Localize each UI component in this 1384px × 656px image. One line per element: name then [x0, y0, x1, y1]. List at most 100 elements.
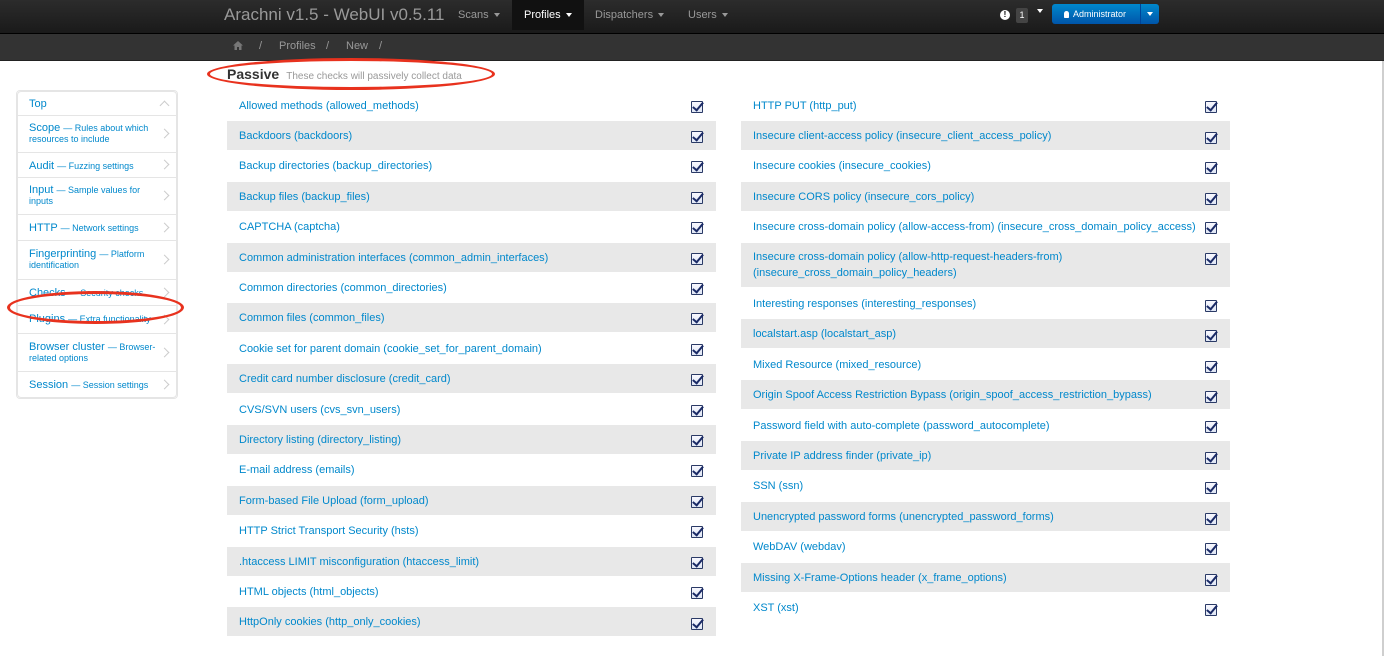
check-checkbox[interactable] — [1205, 222, 1217, 234]
check-checkbox[interactable] — [691, 435, 703, 447]
check-label[interactable]: HttpOnly cookies (http_only_cookies) — [239, 614, 421, 630]
notification-count-badge[interactable]: 1 — [1016, 8, 1028, 23]
check-row[interactable]: localstart.asp (localstart_asp) — [741, 319, 1230, 348]
check-label[interactable]: HTTP Strict Transport Security (hsts) — [239, 523, 419, 539]
check-row[interactable]: .htaccess LIMIT misconfiguration (htacce… — [227, 547, 716, 576]
check-label[interactable]: CAPTCHA (captcha) — [239, 219, 340, 235]
check-row[interactable]: Common files (common_files) — [227, 303, 716, 332]
check-label[interactable]: Insecure cross-domain policy (allow-http… — [753, 249, 1205, 281]
check-checkbox[interactable] — [1205, 101, 1217, 113]
exclamation-icon[interactable]: ! — [1000, 10, 1010, 20]
check-label[interactable]: localstart.asp (localstart_asp) — [753, 326, 896, 342]
check-checkbox[interactable] — [691, 557, 703, 569]
check-row[interactable]: HTTP PUT (http_put) — [741, 91, 1230, 120]
sidebar-item-top[interactable]: Top — [17, 91, 177, 116]
user-menu-button[interactable]: Administrator — [1052, 4, 1140, 24]
check-label[interactable]: Private IP address finder (private_ip) — [753, 448, 931, 464]
check-checkbox[interactable] — [691, 101, 703, 113]
check-row[interactable]: Cookie set for parent domain (cookie_set… — [227, 334, 716, 363]
check-checkbox[interactable] — [691, 465, 703, 477]
check-checkbox[interactable] — [691, 253, 703, 265]
check-checkbox[interactable] — [691, 161, 703, 173]
check-checkbox[interactable] — [691, 131, 703, 143]
check-label[interactable]: WebDAV (webdav) — [753, 539, 846, 555]
nav-profiles[interactable]: Profiles — [512, 0, 584, 30]
sidebar-item-fingerprinting[interactable]: Fingerprinting — Platform identification — [17, 240, 177, 280]
check-row[interactable]: HTTP Strict Transport Security (hsts) — [227, 516, 716, 545]
sidebar-item-plugins[interactable]: Plugins — Extra functionality — [17, 305, 177, 334]
check-row[interactable]: Insecure cross-domain policy (allow-acce… — [741, 212, 1230, 241]
sidebar-item-scope[interactable]: Scope — Rules about which resources to i… — [17, 115, 177, 153]
check-label[interactable]: Backup directories (backup_directories) — [239, 158, 432, 174]
check-label[interactable]: Common files (common_files) — [239, 310, 384, 326]
check-checkbox[interactable] — [1205, 132, 1217, 144]
check-label[interactable]: HTTP PUT (http_put) — [753, 98, 857, 114]
sidebar-item-browser-cluster[interactable]: Browser cluster — Browser-related option… — [17, 333, 177, 372]
check-label[interactable]: Common administration interfaces (common… — [239, 250, 548, 266]
check-checkbox[interactable] — [691, 374, 703, 386]
check-label[interactable]: Form-based File Upload (form_upload) — [239, 493, 429, 509]
check-checkbox[interactable] — [1205, 193, 1217, 205]
check-label[interactable]: E-mail address (emails) — [239, 462, 355, 478]
check-row[interactable]: Form-based File Upload (form_upload) — [227, 486, 716, 515]
check-row[interactable]: CVS/SVN users (cvs_svn_users) — [227, 395, 716, 424]
check-checkbox[interactable] — [691, 313, 703, 325]
check-checkbox[interactable] — [691, 283, 703, 295]
check-label[interactable]: .htaccess LIMIT misconfiguration (htacce… — [239, 554, 479, 570]
check-checkbox[interactable] — [1205, 482, 1217, 494]
sidebar-item-input[interactable]: Input — Sample values for inputs — [17, 177, 177, 215]
check-label[interactable]: Insecure CORS policy (insecure_cors_poli… — [753, 189, 974, 205]
sidebar-item-audit[interactable]: Audit — Fuzzing settings — [17, 152, 177, 178]
check-checkbox[interactable] — [1205, 452, 1217, 464]
check-label[interactable]: Interesting responses (interesting_respo… — [753, 296, 976, 312]
nav-dispatchers[interactable]: Dispatchers — [595, 0, 665, 30]
check-checkbox[interactable] — [1205, 513, 1217, 525]
check-checkbox[interactable] — [1205, 604, 1217, 616]
check-checkbox[interactable] — [1205, 574, 1217, 586]
check-checkbox[interactable] — [691, 192, 703, 204]
check-label[interactable]: Unencrypted password forms (unencrypted_… — [753, 509, 1054, 525]
check-row[interactable]: Common directories (common_directories) — [227, 273, 716, 302]
check-checkbox[interactable] — [691, 587, 703, 599]
nav-scans[interactable]: Scans — [458, 0, 500, 30]
check-label[interactable]: Credit card number disclosure (credit_ca… — [239, 371, 451, 387]
check-checkbox[interactable] — [691, 344, 703, 356]
check-label[interactable]: SSN (ssn) — [753, 478, 803, 494]
check-row[interactable]: Unencrypted password forms (unencrypted_… — [741, 502, 1230, 531]
check-row[interactable]: CAPTCHA (captcha) — [227, 212, 716, 241]
check-checkbox[interactable] — [691, 405, 703, 417]
check-label[interactable]: Mixed Resource (mixed_resource) — [753, 357, 921, 373]
check-row[interactable]: Backup directories (backup_directories) — [227, 151, 716, 180]
check-checkbox[interactable] — [1205, 361, 1217, 373]
check-row[interactable]: SSN (ssn) — [741, 471, 1230, 500]
sidebar-item-session[interactable]: Session — Session settings — [17, 371, 177, 398]
check-checkbox[interactable] — [1205, 162, 1217, 174]
check-row[interactable]: Private IP address finder (private_ip) — [741, 441, 1230, 470]
check-label[interactable]: CVS/SVN users (cvs_svn_users) — [239, 402, 400, 418]
check-row[interactable]: WebDAV (webdav) — [741, 532, 1230, 561]
check-row[interactable]: HTML objects (html_objects) — [227, 577, 716, 606]
check-label[interactable]: Allowed methods (allowed_methods) — [239, 98, 419, 114]
check-label[interactable]: Backup files (backup_files) — [239, 189, 370, 205]
check-checkbox[interactable] — [691, 526, 703, 538]
check-label[interactable]: Missing X-Frame-Options header (x_frame_… — [753, 570, 1007, 586]
check-checkbox[interactable] — [691, 618, 703, 630]
check-checkbox[interactable] — [1205, 300, 1217, 312]
check-label[interactable]: Insecure cross-domain policy (allow-acce… — [753, 219, 1196, 235]
check-label[interactable]: Origin Spoof Access Restriction Bypass (… — [753, 387, 1152, 403]
check-row[interactable]: E-mail address (emails) — [227, 455, 716, 484]
check-row[interactable]: Origin Spoof Access Restriction Bypass (… — [741, 380, 1230, 409]
check-row[interactable]: Backdoors (backdoors) — [227, 121, 716, 150]
check-label[interactable]: HTML objects (html_objects) — [239, 584, 379, 600]
check-checkbox[interactable] — [1205, 391, 1217, 403]
check-row[interactable]: Interesting responses (interesting_respo… — [741, 289, 1230, 318]
check-row[interactable]: Insecure cookies (insecure_cookies) — [741, 151, 1230, 180]
check-checkbox[interactable] — [1205, 421, 1217, 433]
home-icon[interactable] — [233, 41, 243, 50]
check-row[interactable]: XST (xst) — [741, 593, 1230, 622]
check-row[interactable]: HttpOnly cookies (http_only_cookies) — [227, 607, 716, 636]
check-checkbox[interactable] — [691, 222, 703, 234]
check-row[interactable]: Insecure CORS policy (insecure_cors_poli… — [741, 182, 1230, 211]
chevron-down-icon[interactable] — [1037, 9, 1043, 13]
check-row[interactable]: Mixed Resource (mixed_resource) — [741, 350, 1230, 379]
